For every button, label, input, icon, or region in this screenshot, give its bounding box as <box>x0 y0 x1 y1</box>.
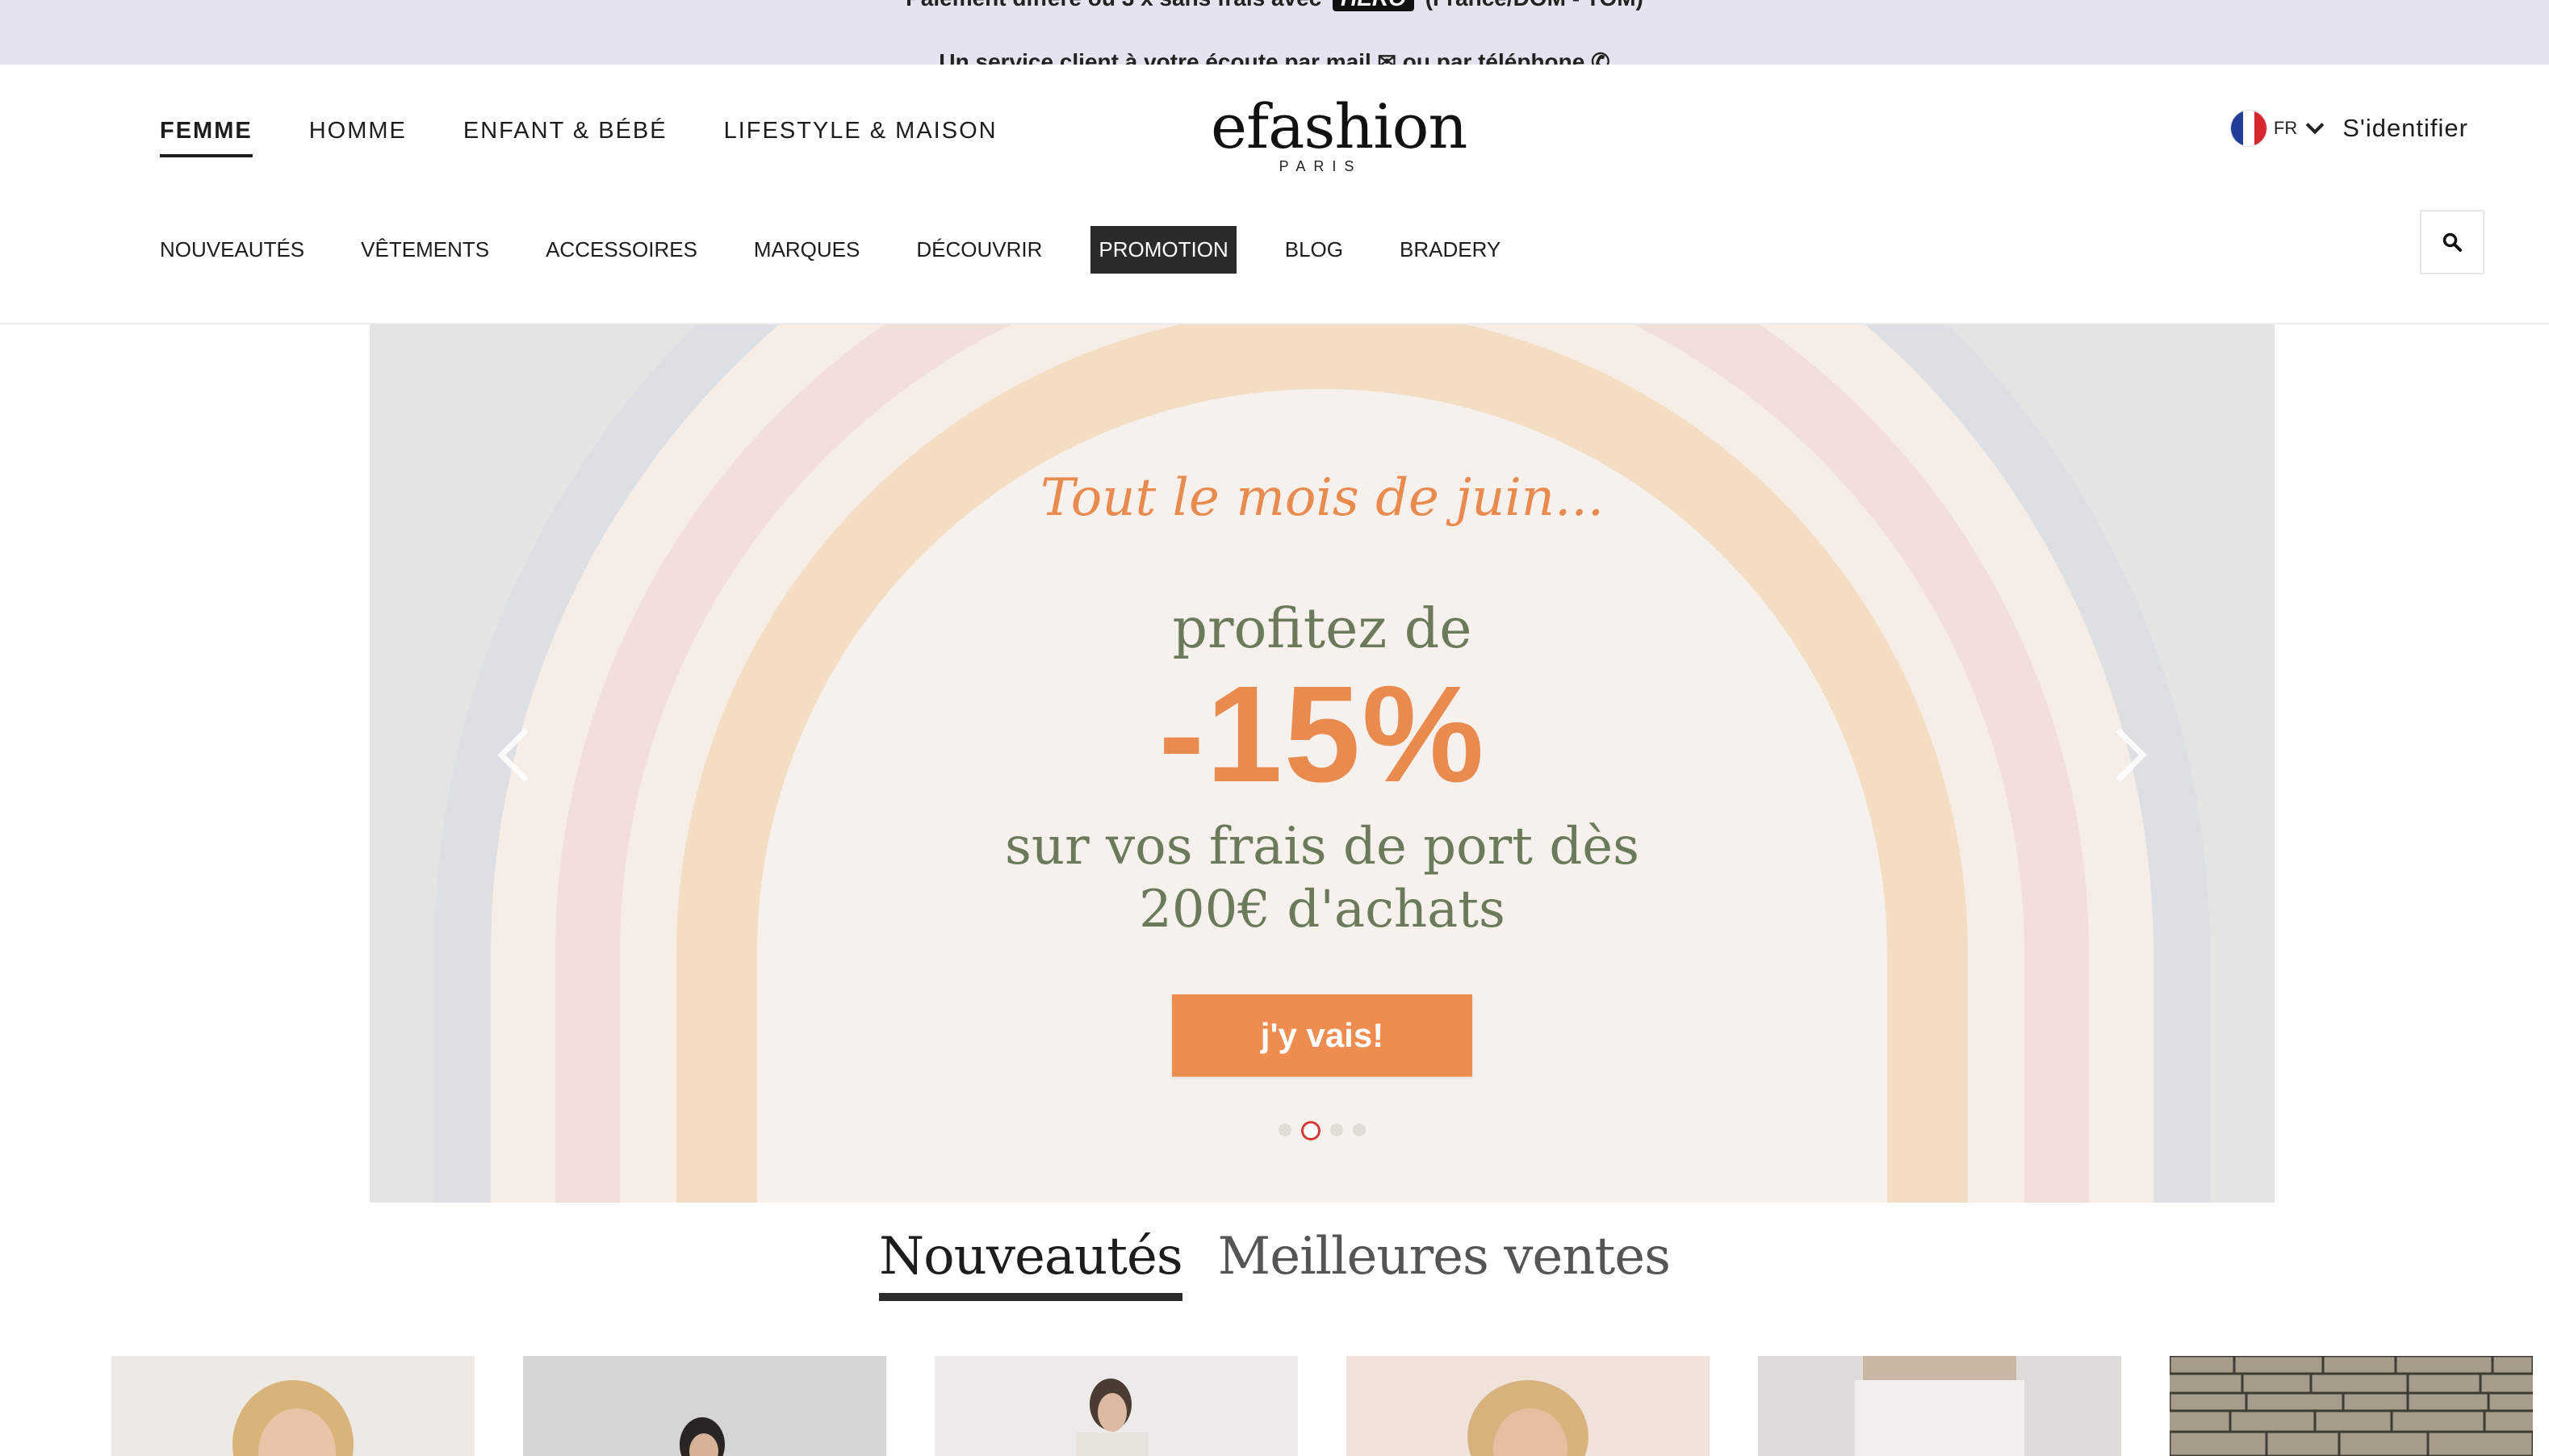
gender-nav-lifestyle-maison[interactable]: LIFESTYLE & MAISON <box>724 118 998 157</box>
carousel-dot-active[interactable] <box>1301 1121 1321 1140</box>
account-area: FR S'identifier <box>2229 110 2468 147</box>
product-image <box>523 1356 886 1456</box>
category-accessoires[interactable]: ACCESSOIRES <box>546 226 697 274</box>
product-card[interactable] <box>1346 1356 1710 1456</box>
carousel-dot[interactable] <box>1330 1123 1343 1136</box>
announcement-payment-text: Paiement différé ou 3 x sans frais avec <box>906 0 1321 10</box>
product-tabs: Nouveautés Meilleures ventes <box>0 1227 2549 1301</box>
product-card[interactable] <box>1758 1356 2121 1456</box>
banner-description-line2: 200€ d'achats <box>1139 880 1505 939</box>
category-promotion[interactable]: PROMOTION <box>1090 226 1237 274</box>
hero-badge: HERO <box>1333 0 1414 11</box>
carousel-dot[interactable] <box>1353 1123 1366 1136</box>
banner-description-line1: sur vos frais de port dès <box>1005 817 1639 877</box>
search-button[interactable] <box>2420 210 2484 274</box>
announcement-payment-region: (France/DOM - TOM) <box>1425 0 1643 10</box>
category-marques[interactable]: MARQUES <box>754 226 860 274</box>
gender-nav-homme[interactable]: HOMME <box>309 118 407 157</box>
product-card[interactable] <box>935 1356 1298 1456</box>
banner-subheading: profitez de <box>1172 597 1472 661</box>
category-decouvrir[interactable]: DÉCOUVRIR <box>916 226 1042 274</box>
banner-cta-button[interactable]: j'y vais! <box>1172 994 1472 1077</box>
carousel-dots <box>370 1121 2275 1140</box>
product-image <box>2170 1356 2533 1456</box>
carousel-dot[interactable] <box>1279 1123 1291 1136</box>
product-image <box>935 1356 1298 1456</box>
product-image <box>1758 1356 2121 1456</box>
site-logo[interactable]: efashion PARIS <box>1211 90 1467 175</box>
announcement-bar: Paiement différé ou 3 x sans frais avec … <box>0 0 2549 65</box>
tab-nouveautes[interactable]: Nouveautés <box>879 1227 1183 1301</box>
category-bradery[interactable]: BRADERY <box>1400 226 1501 274</box>
banner-description: sur vos frais de port dès 200€ d'achats <box>370 815 2275 941</box>
product-card[interactable] <box>523 1356 886 1456</box>
product-card[interactable] <box>2170 1356 2533 1456</box>
category-nouveautes[interactable]: NOUVEAUTÉS <box>160 226 304 274</box>
language-selector[interactable]: FR <box>2274 118 2297 139</box>
category-blog[interactable]: BLOG <box>1285 226 1343 274</box>
promo-banner[interactable]: Tout le mois de juin... profitez de -15%… <box>370 324 2275 1203</box>
tab-meilleures-ventes[interactable]: Meilleures ventes <box>1218 1227 1671 1301</box>
france-flag-icon[interactable] <box>2229 110 2267 147</box>
product-image <box>1346 1356 1710 1456</box>
gender-nav: FEMME HOMME ENFANT & BÉBÉ LIFESTYLE & MA… <box>160 118 1054 157</box>
announcement-service: Un service client à votre écoute par mai… <box>939 49 1610 65</box>
search-icon <box>2442 232 2462 252</box>
banner-script-text: Tout le mois de juin... <box>1040 468 1605 528</box>
login-link[interactable]: S'identifier <box>2342 114 2468 143</box>
site-header: FEMME HOMME ENFANT & BÉBÉ LIFESTYLE & MA… <box>0 65 2549 324</box>
gender-nav-enfant-bebe[interactable]: ENFANT & BÉBÉ <box>463 118 668 157</box>
chevron-down-icon[interactable] <box>2305 115 2325 135</box>
banner-discount: -15% <box>1158 658 1486 811</box>
product-card[interactable] <box>111 1356 475 1456</box>
category-nav: NOUVEAUTÉS VÊTEMENTS ACCESSOIRES MARQUES… <box>160 226 1557 274</box>
category-vetements[interactable]: VÊTEMENTS <box>361 226 489 274</box>
gender-nav-femme[interactable]: FEMME <box>160 118 253 157</box>
product-image <box>111 1356 475 1456</box>
announcement-payment: Paiement différé ou 3 x sans frais avec … <box>0 0 2549 11</box>
logo-wordmark: efashion <box>1211 90 1467 162</box>
